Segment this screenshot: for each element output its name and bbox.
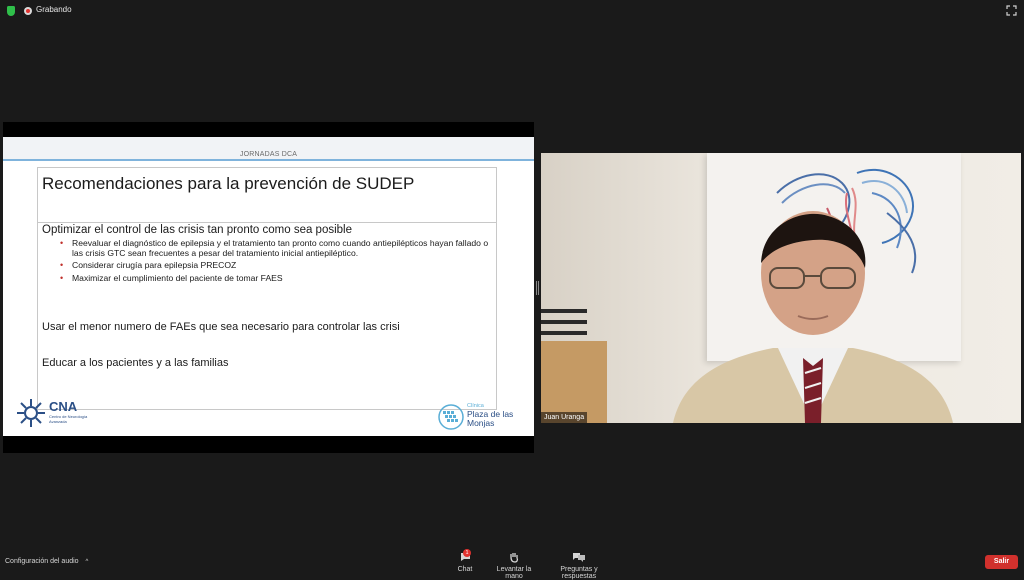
chevron-up-icon[interactable]: ^ — [86, 559, 89, 565]
raise-hand-button[interactable]: Levantar la mano — [487, 552, 541, 580]
presentation-slide: JORNADAS DCA Recomendaciones para la pre… — [3, 137, 534, 436]
participant-name: Juan Uranga — [541, 412, 588, 423]
slide-lead-text: Optimizar el control de las crisis tan p… — [42, 224, 353, 236]
slide-paragraph: Usar el menor numero de FAEs que sea nec… — [42, 321, 400, 333]
qa-icon — [545, 552, 613, 563]
chat-badge: 1 — [463, 549, 471, 557]
qa-label: Preguntas y respuestas — [560, 566, 598, 580]
chat-icon: 1 — [452, 549, 478, 563]
recording-label: Grabando — [36, 5, 72, 14]
chat-label: Chat — [457, 566, 473, 573]
clinica-logo: Clínica Plaza de las Monjas — [437, 403, 517, 435]
slide-title: Recomendaciones para la prevención de SU… — [42, 174, 415, 193]
slide-paragraph: Educar a los pacientes y a las familias — [42, 357, 229, 369]
office-trays — [541, 303, 589, 343]
cna-logo-text: CNA — [49, 399, 78, 414]
participant-video[interactable]: Juan Uranga — [541, 153, 1021, 423]
list-item: Considerar cirugía para epilepsia PRECOZ — [60, 260, 490, 271]
resize-handle[interactable] — [536, 281, 539, 295]
qa-button[interactable]: Preguntas y respuestas — [545, 552, 613, 580]
office-shelf — [541, 341, 607, 423]
speaker — [653, 208, 973, 423]
shared-screen: JORNADAS DCA Recomendaciones para la pre… — [3, 122, 534, 453]
raise-hand-label: Levantar la mano — [496, 566, 532, 580]
slide-body: Optimizar el control de las crisis tan p… — [37, 222, 497, 410]
list-item: Maximizar el cumplimiento del paciente d… — [60, 273, 490, 284]
fullscreen-icon[interactable] — [1006, 5, 1017, 16]
cna-logo: CNA Centro de Neurología Avanzada — [15, 397, 87, 431]
slide-header-text: JORNADAS DCA — [239, 151, 298, 158]
audio-settings-button[interactable]: Configuración del audio ^ — [5, 558, 88, 565]
audio-settings-label: Configuración del audio — [5, 558, 79, 565]
leave-button[interactable]: Salir — [985, 555, 1018, 569]
clinica-emblem-icon — [438, 404, 464, 430]
clinica-logo-name: Plaza de las Monjas — [467, 409, 514, 428]
cna-logo-subtitle: Centro de Neurología Avanzada — [49, 414, 88, 424]
cna-emblem-icon — [17, 399, 45, 427]
hand-icon — [487, 552, 541, 563]
slide-header: JORNADAS DCA — [3, 137, 534, 161]
list-item: Reevaluar el diagnóstico de epilepsia y … — [60, 238, 490, 258]
control-bar: Configuración del audio ^ 1 Chat Levanta… — [0, 548, 1024, 580]
slide-bullet-list: Reevaluar el diagnóstico de epilepsia y … — [60, 238, 490, 286]
shield-icon[interactable] — [7, 6, 15, 16]
top-bar: Grabando — [0, 0, 1024, 22]
slide-title-box: Recomendaciones para la prevención de SU… — [37, 167, 497, 222]
chat-button[interactable]: 1 Chat — [452, 549, 478, 576]
recording-icon — [24, 7, 32, 15]
